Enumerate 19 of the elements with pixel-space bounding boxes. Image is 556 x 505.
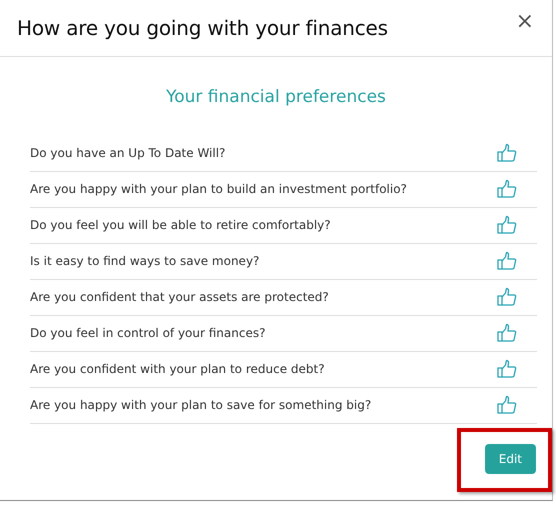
thumbs-up-icon[interactable] (497, 215, 517, 235)
thumbs-up-icon[interactable] (497, 251, 517, 271)
question-text: Do you have an Up To Date Will? (30, 144, 226, 162)
question-text: Are you confident with your plan to reduce debt? (30, 361, 325, 378)
dialog-title: How are you going with your finances (17, 16, 388, 40)
question-text: Do you feel you will be able to retire comfortably? (30, 217, 331, 234)
close-button[interactable]: × (512, 11, 538, 33)
thumbs-up-icon[interactable] (497, 179, 517, 199)
thumbs-up-icon[interactable] (497, 142, 517, 162)
question-text: Do you feel in control of your finances? (30, 325, 266, 342)
thumbs-up-icon[interactable] (497, 395, 517, 415)
question-text: Are you happy with your plan to save for something big? (30, 397, 372, 414)
question-text: Are you confident that your assets are protected? (30, 289, 329, 306)
question-text: Are you happy with your plan to build an investment portfolio? (30, 181, 407, 198)
thumbs-up-icon[interactable] (497, 287, 517, 307)
question-text: Is it easy to find ways to save money? (30, 253, 260, 270)
thumbs-up-icon[interactable] (497, 359, 517, 379)
section-heading: Your financial preferences (165, 86, 387, 109)
thumbs-up-icon[interactable] (497, 323, 517, 343)
